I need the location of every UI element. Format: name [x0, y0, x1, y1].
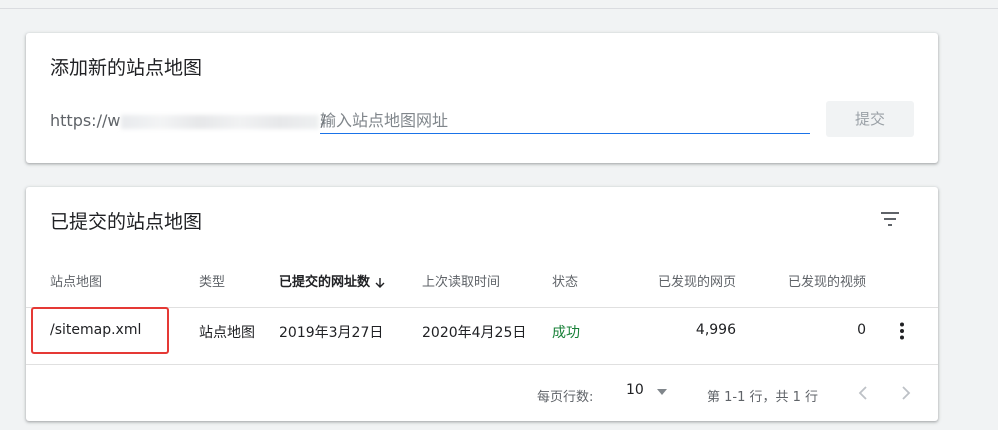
cell-videos: 0: [857, 322, 866, 338]
top-bar-divider: [0, 0, 998, 9]
highlight-annotation: [31, 307, 169, 354]
cell-type: 站点地图: [199, 325, 255, 341]
chevron-left-icon[interactable]: [849, 379, 877, 407]
site-url-prefix-start: https://w: [50, 111, 121, 130]
row-divider: [26, 364, 938, 365]
pagination-range: 第 1-1 行，共 1 行: [707, 390, 819, 405]
cell-last-read: 2020年4月25日: [422, 325, 527, 341]
cell-submitted: 2019年3月27日: [279, 325, 384, 341]
rows-per-page-value: 10: [626, 382, 644, 398]
column-header-type[interactable]: 类型: [199, 271, 225, 290]
arrow-down-icon: [375, 277, 385, 288]
submit-button[interactable]: 提交: [826, 101, 914, 137]
column-header-last-read[interactable]: 上次读取时间: [422, 271, 500, 290]
filter-icon[interactable]: [878, 207, 902, 231]
triangle-down-icon: [657, 389, 667, 395]
rows-per-page-label: 每页行数:: [537, 390, 594, 405]
chevron-right-icon[interactable]: [892, 379, 920, 407]
add-sitemap-title: 添加新的站点地图: [50, 57, 203, 79]
submitted-sitemaps-card: 已提交的站点地图 站点地图 类型 已提交的网址数 上次读取时间 状态 已发现的网…: [26, 187, 938, 421]
column-header-sitemap[interactable]: 站点地图: [50, 271, 102, 290]
column-header-submitted-urls-label: 已提交的网址数: [279, 275, 371, 290]
add-sitemap-card: 添加新的站点地图 https://w/ 提交: [26, 33, 938, 163]
column-header-submitted-urls[interactable]: 已提交的网址数: [279, 271, 386, 290]
sitemap-url-input[interactable]: [320, 109, 810, 134]
site-url-prefix: https://w /: [50, 111, 326, 130]
column-header-discovered-pages[interactable]: 已发现的网页: [658, 271, 736, 290]
cell-pages: 4,996: [695, 322, 736, 338]
submitted-sitemaps-title: 已提交的站点地图: [50, 211, 203, 233]
column-header-discovered-videos[interactable]: 已发现的视频: [788, 271, 866, 290]
rows-per-page-select[interactable]: 10: [626, 382, 672, 404]
cell-status: 成功: [552, 325, 580, 341]
more-vert-icon[interactable]: [890, 319, 914, 343]
redacted-domain: [121, 114, 320, 129]
column-header-status[interactable]: 状态: [552, 271, 578, 290]
